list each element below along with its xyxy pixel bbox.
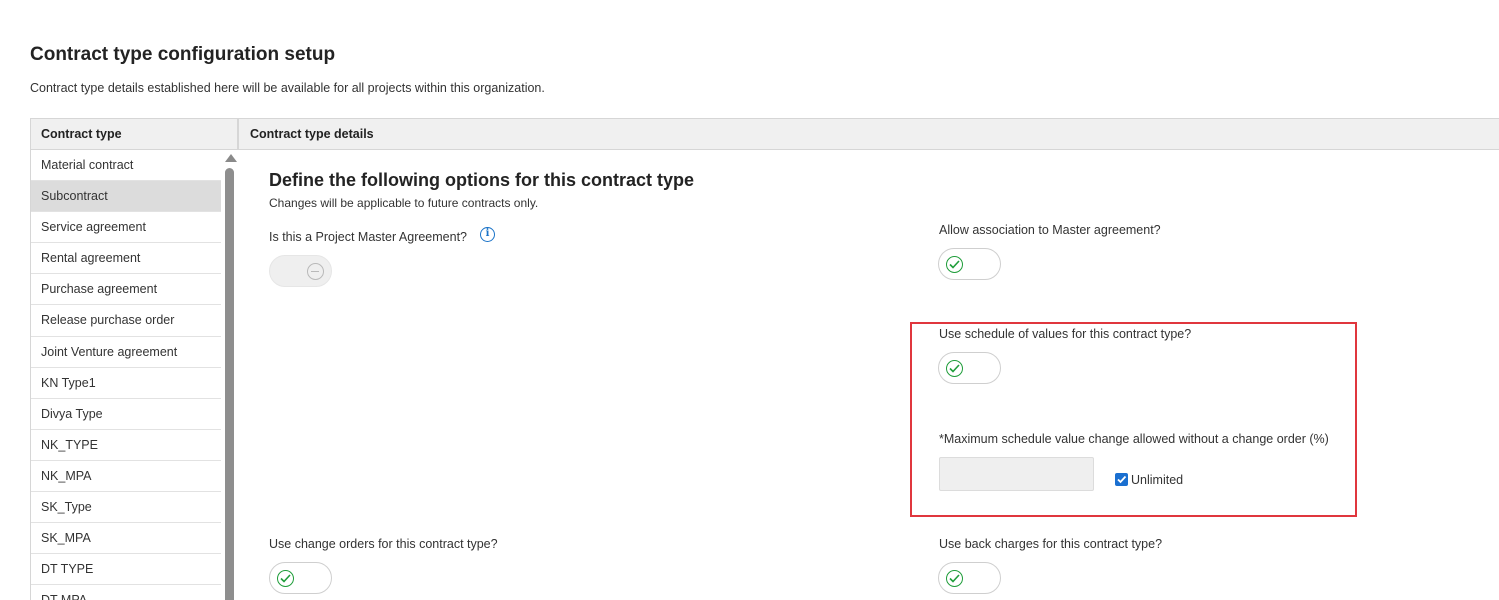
list-scrollbar[interactable] <box>223 150 239 600</box>
check-circle-icon <box>946 360 963 377</box>
contract-type-header: Contract type <box>31 118 238 150</box>
contract-type-details-panel: Contract type details Define the followi… <box>238 118 1499 600</box>
check-circle-icon <box>277 570 294 587</box>
contract-type-item[interactable]: Material contract <box>31 150 221 182</box>
project-master-label: Is this a Project Master Agreement? <box>269 230 468 244</box>
scroll-up-arrow-icon[interactable] <box>225 154 237 162</box>
unlimited-checkbox[interactable] <box>1115 473 1128 486</box>
contract-type-item[interactable]: Rental agreement <box>31 243 221 275</box>
schedule-values-toggle[interactable] <box>938 352 1001 384</box>
contract-type-panel: Contract type Material contract Subcontr… <box>30 118 239 600</box>
master-association-toggle[interactable] <box>938 248 1001 280</box>
info-icon[interactable]: i <box>480 227 495 242</box>
contract-type-item[interactable]: SK_Type <box>31 492 221 524</box>
section-title: Define the following options for this co… <box>269 170 695 190</box>
check-circle-icon <box>946 570 963 587</box>
contract-type-item[interactable]: Release purchase order <box>31 305 221 337</box>
contract-type-list: Material contract Subcontract Service ag… <box>31 150 221 600</box>
back-charges-toggle[interactable] <box>938 562 1001 594</box>
back-charges-label: Use back charges for this contract type? <box>939 537 1163 551</box>
unlimited-label: Unlimited <box>1131 473 1184 487</box>
contract-type-item[interactable]: SK_MPA <box>31 523 221 555</box>
contract-type-item[interactable]: DT MPA <box>31 585 221 600</box>
max-change-label: *Maximum schedule value change allowed w… <box>939 432 1329 446</box>
max-change-input[interactable] <box>939 457 1094 491</box>
contract-type-item[interactable]: Divya Type <box>31 399 221 430</box>
contract-type-item[interactable]: DT TYPE <box>31 554 221 586</box>
configuration-layout: Contract type Material contract Subcontr… <box>30 118 1499 600</box>
details-header: Contract type details <box>238 118 1499 150</box>
schedule-values-label: Use schedule of values for this contract… <box>939 327 1192 341</box>
check-circle-icon <box>946 256 963 273</box>
scroll-thumb[interactable] <box>225 168 234 600</box>
page-title: Contract type configuration setup <box>30 44 336 65</box>
master-association-label: Allow association to Master agreement? <box>939 223 1161 237</box>
contract-type-item[interactable]: NK_MPA <box>31 461 221 493</box>
contract-type-item[interactable]: Purchase agreement <box>31 274 221 306</box>
contract-type-item[interactable]: Joint Venture agreement <box>31 337 221 368</box>
project-master-toggle <box>269 255 332 287</box>
change-orders-label: Use change orders for this contract type… <box>269 537 498 551</box>
section-subtitle: Changes will be applicable to future con… <box>269 196 539 210</box>
page-subtitle: Contract type details established here w… <box>30 81 545 95</box>
contract-type-item[interactable]: NK_TYPE <box>31 430 221 461</box>
contract-type-item[interactable]: Service agreement <box>31 212 221 244</box>
contract-type-item-selected[interactable]: Subcontract <box>31 181 221 213</box>
change-orders-toggle[interactable] <box>269 562 332 594</box>
contract-type-item[interactable]: KN Type1 <box>31 368 221 399</box>
toggle-off-icon <box>307 263 324 280</box>
